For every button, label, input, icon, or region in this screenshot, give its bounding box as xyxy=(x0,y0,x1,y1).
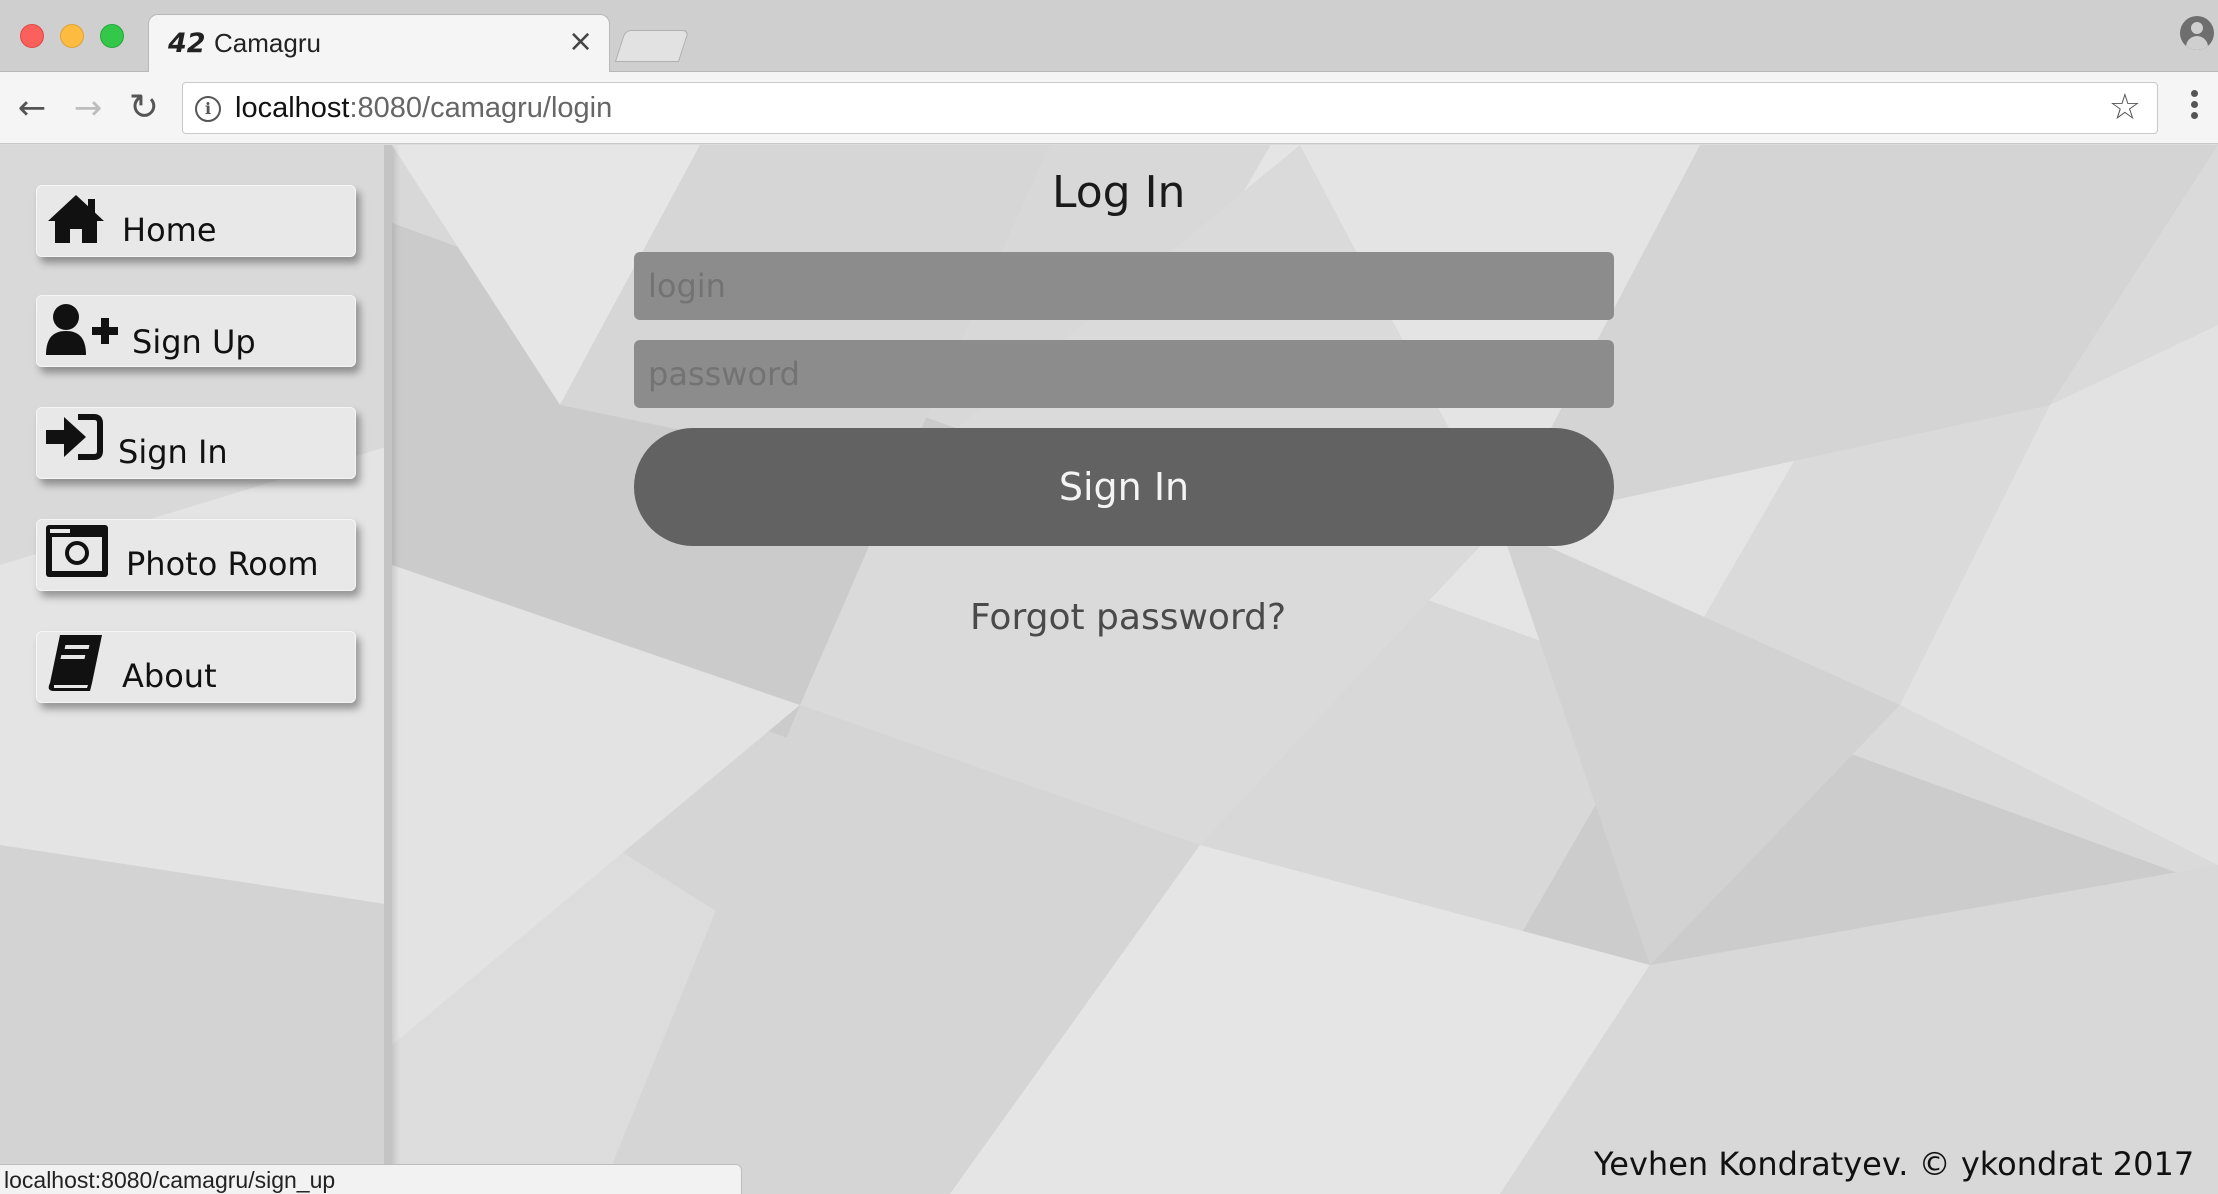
reload-icon[interactable]: ↻ xyxy=(122,86,166,130)
url-text[interactable]: localhost:8080/camagru/login xyxy=(235,92,612,125)
sidebar-item-home[interactable]: Home xyxy=(36,185,356,257)
browser-tab-strip: 42 Camagru × xyxy=(0,0,2218,72)
maximize-window-button[interactable] xyxy=(100,24,124,48)
sign-in-button[interactable]: Sign In xyxy=(634,428,1614,546)
sidebar-item-label: Sign Up xyxy=(132,323,256,361)
sidebar-item-label: Home xyxy=(122,211,217,249)
tab-close-icon[interactable]: × xyxy=(568,24,593,60)
sidebar: Home Sign Up Sign In Photo Room About xyxy=(0,145,392,1194)
camera-icon xyxy=(46,525,108,577)
sidebar-item-label: About xyxy=(122,657,217,695)
back-arrow-icon[interactable]: ← xyxy=(10,86,54,130)
info-icon[interactable]: i xyxy=(195,96,221,122)
sidebar-item-label: Photo Room xyxy=(126,545,319,583)
password-input[interactable] xyxy=(634,340,1614,408)
forward-arrow-icon[interactable]: → xyxy=(66,86,110,130)
bookmark-star-icon[interactable]: ☆ xyxy=(2109,87,2141,128)
footer-text: Yevhen Kondratyev. © ykondrat 2017 xyxy=(1594,1145,2195,1183)
login-input[interactable] xyxy=(634,252,1614,320)
tab-title: Camagru xyxy=(214,27,321,58)
new-tab-button[interactable] xyxy=(614,30,690,62)
page-viewport: Home Sign Up Sign In Photo Room About Lo… xyxy=(0,145,2218,1194)
page-title: Log In xyxy=(1052,167,1186,218)
sidebar-item-photo-room[interactable]: Photo Room xyxy=(36,519,356,591)
forgot-password-link[interactable]: Forgot password? xyxy=(970,597,1286,638)
book-icon xyxy=(48,635,102,691)
sidebar-item-about[interactable]: About xyxy=(36,631,356,703)
address-bar[interactable]: i localhost:8080/camagru/login ☆ xyxy=(182,82,2158,134)
sidebar-item-sign-up[interactable]: Sign Up xyxy=(36,295,356,367)
url-path: :8080/camagru/login xyxy=(349,92,613,124)
sign-in-icon xyxy=(46,414,103,460)
status-bar-url: localhost:8080/camagru/sign_up xyxy=(0,1164,742,1194)
browser-toolbar: ← → ↻ i localhost:8080/camagru/login ☆ xyxy=(0,72,2218,144)
browser-tab-content[interactable]: 42 Camagru × xyxy=(168,14,593,72)
close-window-button[interactable] xyxy=(20,24,44,48)
favicon-42-icon: 42 xyxy=(168,27,206,59)
sidebar-item-label: Sign In xyxy=(118,433,228,471)
profile-icon[interactable] xyxy=(2180,16,2214,50)
url-host: localhost xyxy=(235,92,350,124)
sidebar-item-sign-in[interactable]: Sign In xyxy=(36,407,356,479)
minimize-window-button[interactable] xyxy=(60,24,84,48)
browser-menu-icon[interactable] xyxy=(2184,90,2204,126)
home-icon xyxy=(48,195,104,243)
user-plus-icon xyxy=(46,304,118,355)
